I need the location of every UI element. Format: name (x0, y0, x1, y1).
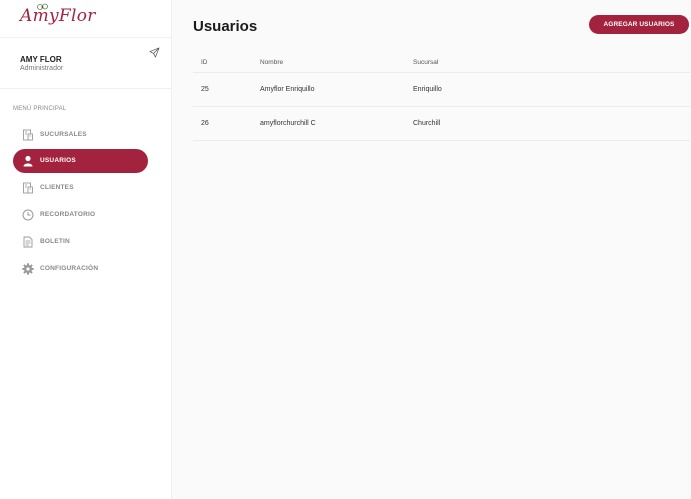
user-name: AMY FLOR (20, 55, 62, 64)
sidebar-item-label: SUCURSALES (40, 131, 87, 138)
sidebar-item-label: USUARIOS (40, 157, 76, 164)
clock-icon (22, 209, 34, 221)
table-header: ID Nombre Sucursal (193, 52, 690, 73)
sidebar: AmyFlor AMY FLOR Administrador MENÚ PRIN… (0, 0, 172, 499)
column-header-branch[interactable]: Sucursal (413, 59, 438, 66)
sidebar-item-boletin[interactable]: BOLETIN (13, 230, 148, 254)
table-row[interactable]: 26 amyflorchurchill C Churchill (193, 107, 690, 141)
user-icon (23, 155, 33, 167)
sidebar-item-configuracion[interactable]: CONFIGURACIÓN (13, 257, 148, 281)
column-header-id[interactable]: ID (201, 59, 208, 66)
table-row[interactable]: 25 Amyflor Enriquillo Enriquillo (193, 73, 690, 107)
cell-id: 26 (201, 120, 209, 127)
document-icon (23, 236, 33, 248)
send-icon[interactable] (149, 47, 160, 58)
app-logo[interactable]: AmyFlor (20, 6, 96, 26)
sidebar-item-label: CONFIGURACIÓN (40, 265, 99, 272)
cell-name: Amyflor Enriquillo (260, 86, 315, 93)
building-icon (23, 182, 33, 194)
gear-icon (22, 263, 34, 275)
sidebar-item-sucursales[interactable]: SUCURSALES (13, 123, 148, 147)
sidebar-item-label: RECORDATORIO (40, 211, 96, 218)
users-table: ID Nombre Sucursal 25 Amyflor Enriquillo… (193, 52, 690, 141)
sidebar-item-usuarios[interactable]: USUARIOS (13, 149, 148, 173)
cell-branch: Churchill (413, 120, 441, 127)
add-user-button[interactable]: AGREGAR USUARIOS (589, 15, 689, 34)
page-title: Usuarios (193, 18, 258, 35)
sidebar-item-recordatorio[interactable]: RECORDATORIO (13, 203, 148, 227)
cell-id: 25 (201, 86, 209, 93)
cell-branch: Enriquillo (413, 86, 442, 93)
cell-name: amyflorchurchill C (260, 120, 316, 127)
building-icon (23, 129, 33, 141)
user-profile: AMY FLOR Administrador (0, 38, 171, 89)
column-header-name[interactable]: Nombre (260, 59, 283, 66)
user-role: Administrador (20, 65, 64, 72)
menu-heading: MENÚ PRINCIPAL (13, 106, 67, 112)
logo-area: AmyFlor (0, 0, 171, 38)
sidebar-item-label: CLIENTES (40, 184, 74, 191)
sidebar-item-clientes[interactable]: CLIENTES (13, 176, 148, 200)
sidebar-item-label: BOLETIN (40, 238, 70, 245)
